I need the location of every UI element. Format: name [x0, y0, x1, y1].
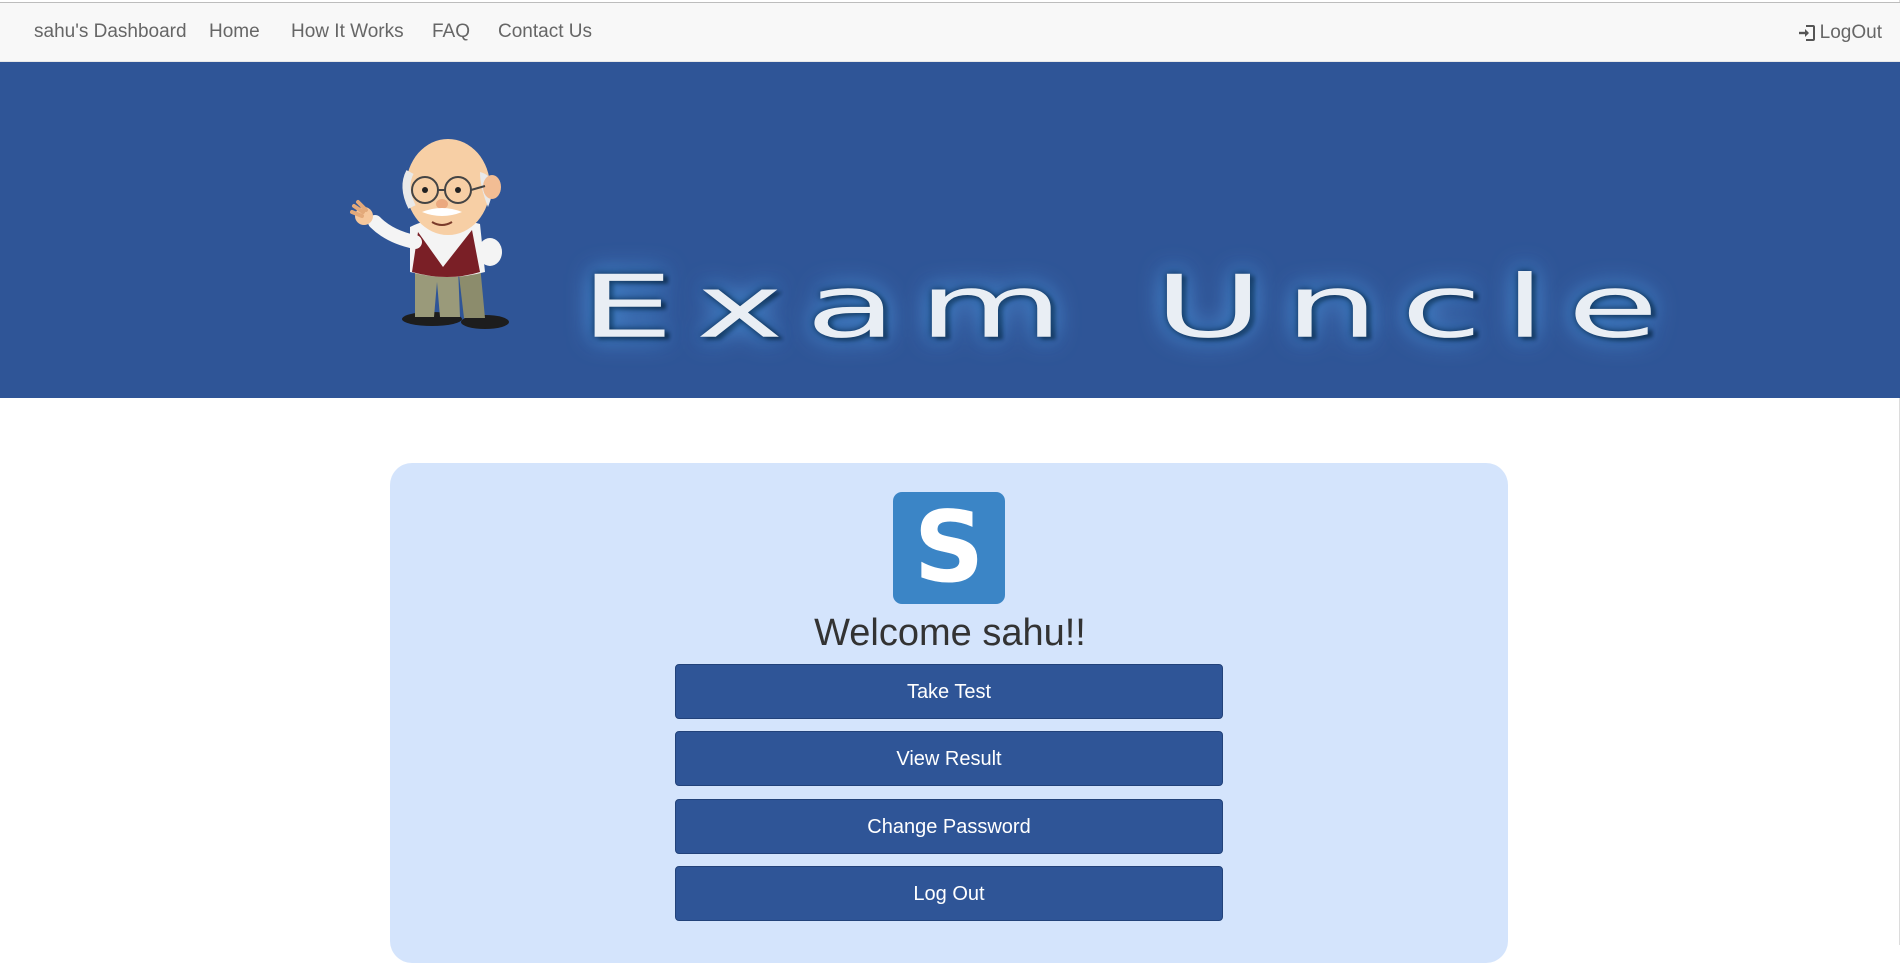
nav-logout-label: LogOut — [1819, 21, 1882, 43]
change-password-button[interactable]: Change Password — [675, 799, 1223, 854]
nav-brand-dashboard[interactable]: sahu's Dashboard — [34, 3, 187, 62]
nav-link-faq[interactable]: FAQ — [432, 3, 470, 62]
log-out-button[interactable]: Log Out — [675, 866, 1223, 921]
welcome-heading: Welcome sahu!! — [814, 612, 1086, 654]
user-avatar: S — [893, 492, 1005, 604]
nav-link-home[interactable]: Home — [209, 3, 260, 62]
navbar: sahu's Dashboard Home How It Works FAQ C… — [0, 3, 1900, 62]
page: sahu's Dashboard Home How It Works FAQ C… — [0, 0, 1900, 963]
nav-logout-link[interactable]: LogOut — [1797, 3, 1882, 62]
nav-link-contact-us[interactable]: Contact Us — [498, 3, 592, 62]
uncle-mascot-image — [350, 139, 509, 329]
nav-link-how-it-works[interactable]: How It Works — [291, 3, 404, 62]
view-result-button[interactable]: View Result — [675, 731, 1223, 786]
site-logo-title: Exam Uncle — [580, 256, 1681, 358]
hero-banner: Exam Uncle — [0, 62, 1900, 398]
login-icon — [1798, 24, 1815, 41]
take-test-button[interactable]: Take Test — [675, 664, 1223, 719]
